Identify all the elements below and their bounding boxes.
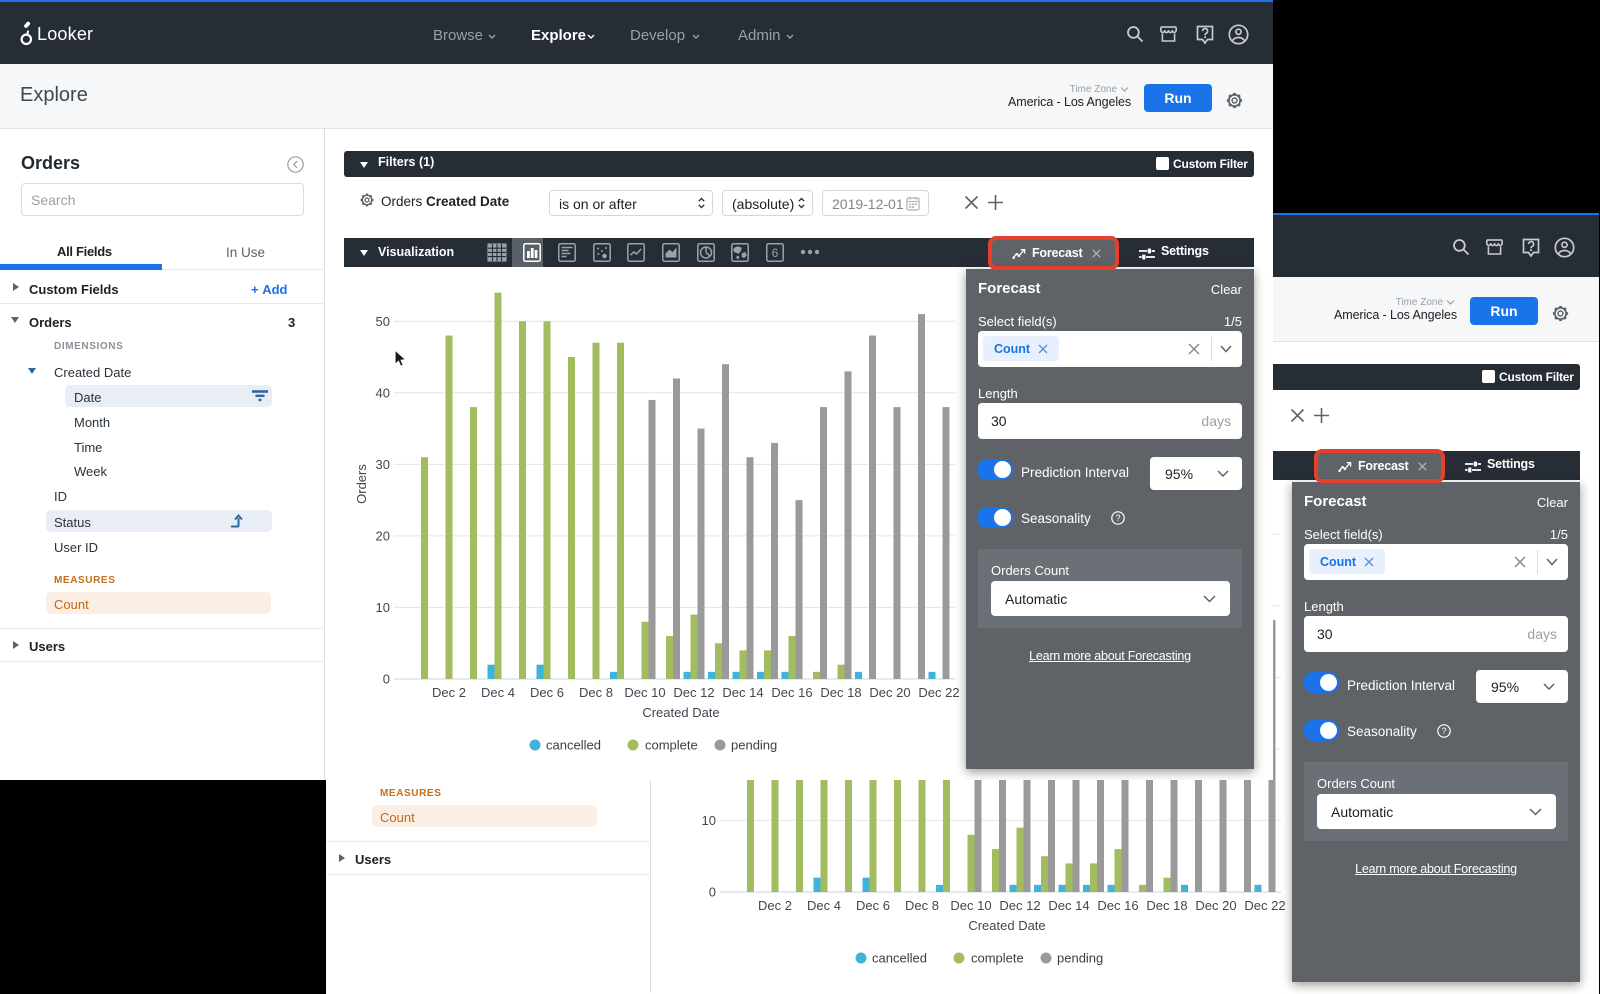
svg-text:20: 20 — [376, 528, 390, 543]
svg-text:Dec 18: Dec 18 — [820, 685, 861, 700]
svg-text:Dec 14: Dec 14 — [1048, 898, 1089, 913]
svg-text:0: 0 — [709, 885, 716, 900]
svg-text:?: ? — [1115, 513, 1120, 523]
svg-text:10: 10 — [376, 600, 390, 615]
svg-text:6: 6 — [772, 246, 779, 260]
svg-text:0: 0 — [383, 672, 390, 687]
svg-text:Dec 12: Dec 12 — [999, 898, 1040, 913]
svg-text:complete: complete — [971, 951, 1024, 966]
svg-text:10: 10 — [702, 813, 716, 828]
svg-text:Dec 12: Dec 12 — [673, 685, 714, 700]
svg-text:?: ? — [1441, 726, 1446, 736]
svg-text:Dec 6: Dec 6 — [856, 898, 890, 913]
svg-text:Orders: Orders — [354, 464, 369, 504]
svg-text:Dec 20: Dec 20 — [869, 685, 910, 700]
svg-text:Dec 10: Dec 10 — [624, 685, 665, 700]
svg-text:Dec 4: Dec 4 — [481, 685, 515, 700]
svg-text:Dec 16: Dec 16 — [771, 685, 812, 700]
svg-text:Dec 4: Dec 4 — [807, 898, 841, 913]
svg-text:pending: pending — [731, 738, 777, 753]
svg-text:cancelled: cancelled — [546, 738, 601, 753]
svg-text:50: 50 — [376, 314, 390, 329]
svg-text:Dec 10: Dec 10 — [950, 898, 991, 913]
svg-text:complete: complete — [645, 738, 698, 753]
svg-text:Dec 2: Dec 2 — [758, 898, 792, 913]
svg-text:Dec 20: Dec 20 — [1195, 898, 1236, 913]
svg-text:Dec 8: Dec 8 — [905, 898, 939, 913]
svg-text:40: 40 — [376, 385, 390, 400]
svg-text:Dec 18: Dec 18 — [1146, 898, 1187, 913]
svg-text:Dec 16: Dec 16 — [1097, 898, 1138, 913]
svg-text:Created Date: Created Date — [642, 705, 719, 720]
svg-text:Dec 6: Dec 6 — [530, 685, 564, 700]
svg-text:Dec 8: Dec 8 — [579, 685, 613, 700]
svg-text:Dec 14: Dec 14 — [722, 685, 763, 700]
svg-text:Created Date: Created Date — [968, 918, 1045, 933]
svg-text:pending: pending — [1057, 951, 1103, 966]
svg-text:Dec 22: Dec 22 — [1244, 898, 1285, 913]
svg-text:cancelled: cancelled — [872, 951, 927, 966]
svg-text:30: 30 — [376, 457, 390, 472]
svg-text:Dec 22: Dec 22 — [918, 685, 959, 700]
svg-text:Dec 2: Dec 2 — [432, 685, 466, 700]
